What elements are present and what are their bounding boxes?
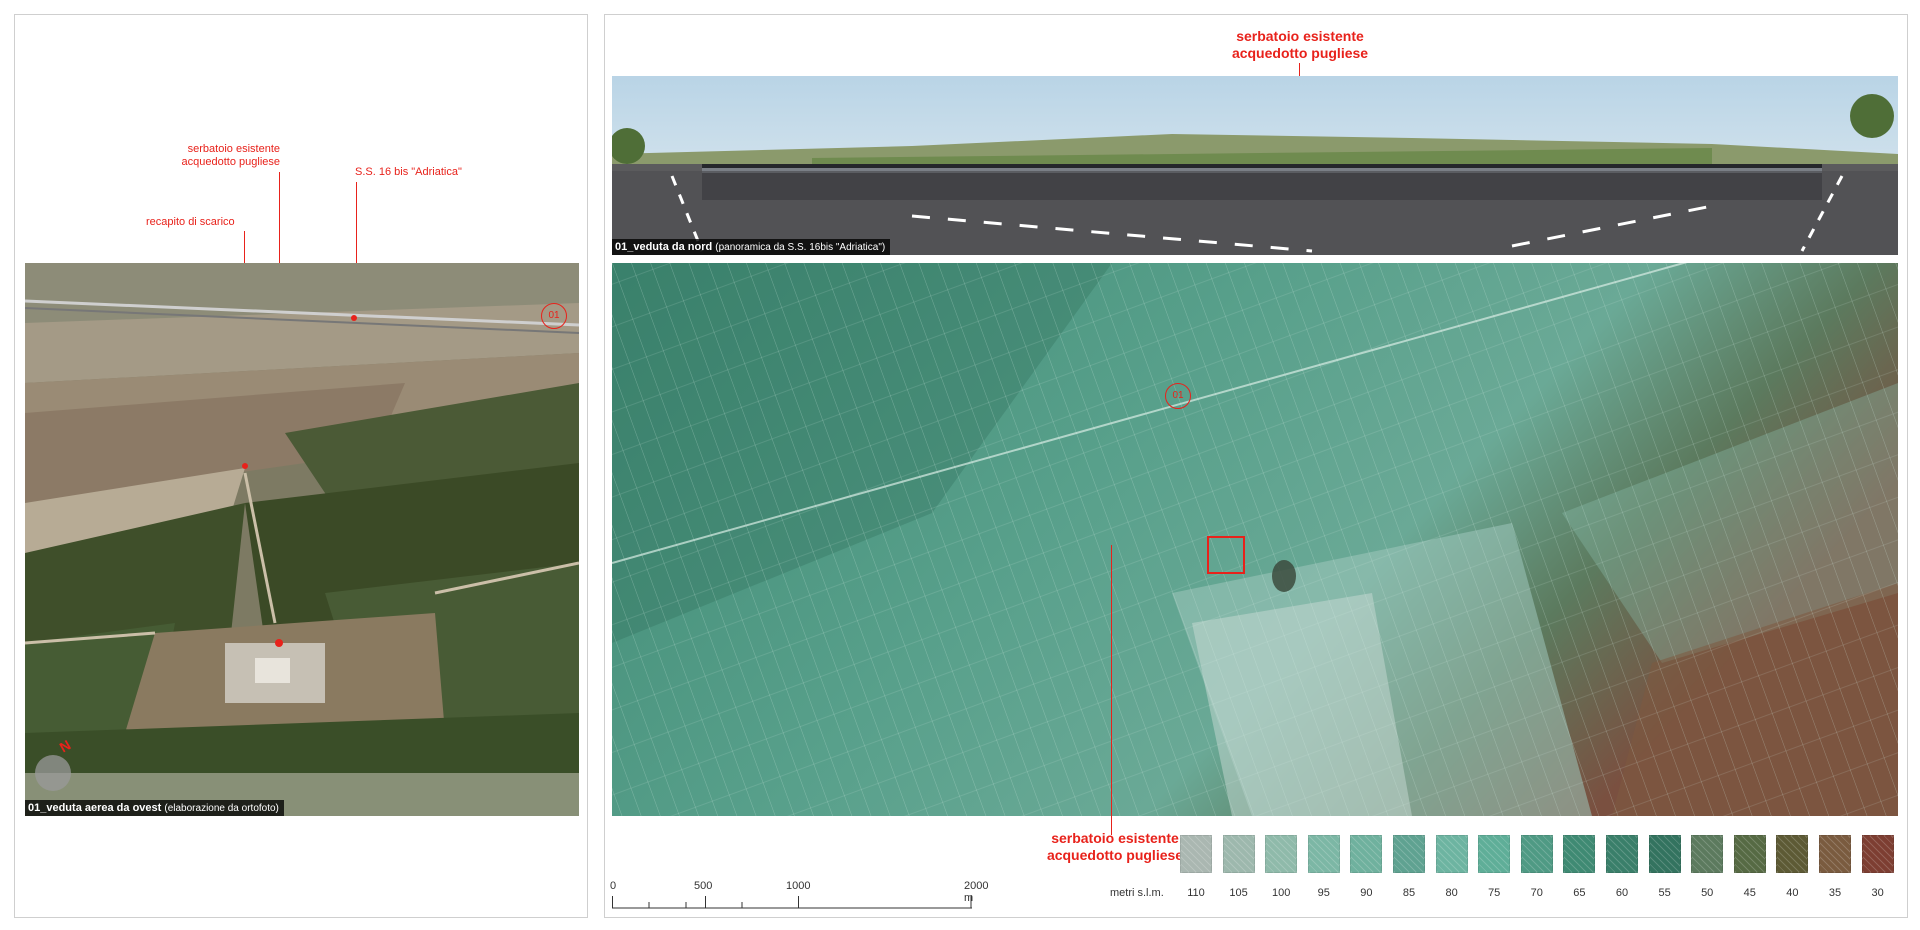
elevation-legend: metri s.l.m. 110 105 100 95 90 85 80 75 70 65 60 55… [1110,835,1900,899]
legend-label: 110 [1187,887,1205,899]
aerial-view-image: N 01 01_veduta aerea da ovest (elaborazi… [25,263,579,816]
legend-swatch [1776,835,1809,873]
annotation-discharge: recapito di scarico [146,216,235,228]
legend-label: 35 [1828,887,1842,899]
aerial-caption: 01_veduta aerea da ovest (elaborazione d… [25,800,284,816]
annotation-line: serbatoio esistente [187,143,280,155]
legend-label: 95 [1317,887,1330,899]
legend-label: 70 [1530,887,1543,899]
legend-swatch [1435,835,1468,873]
legend-label: 60 [1615,887,1629,899]
legend-swatch [1861,835,1894,873]
legend-label: 30 [1871,887,1884,899]
panorama-photo [612,76,1898,255]
scale-bar: 0 500 1000 2000 m [610,880,988,910]
legend-swatch [1393,835,1425,873]
legend-swatch [1478,835,1511,873]
elevation-map: 01 [612,263,1898,816]
panorama-caption: 01_veduta da nord (panoramica da S.S. 16… [612,239,891,255]
legend-title: metri s.l.m. [1110,887,1164,899]
legend-label: 55 [1658,887,1671,899]
map-viewpoint-marker: 01 [1165,383,1191,409]
legend-label: 100 [1272,887,1291,899]
legend-label: 45 [1743,887,1756,899]
leader-line [1111,545,1112,835]
panorama-image: 01_veduta da nord (panoramica da S.S. 16… [612,76,1898,255]
caption-title: 01_veduta aerea da ovest [28,802,162,814]
annotation-reservoir-top: serbatoio esistente acquedotto pugliese [1120,28,1480,62]
legend-label: 40 [1786,887,1799,899]
legend-swatch [1648,835,1681,873]
legend-swatch [1733,835,1766,873]
legend-label: 90 [1360,887,1373,899]
legend-swatch [1691,835,1724,873]
annotation-line: acquedotto pugliese [1231,45,1369,61]
scale-bar-graphic [612,896,972,909]
caption-subtitle: (panoramica da S.S. 16bis "Adriatica") [715,242,886,253]
legend-label: 75 [1488,887,1501,899]
legend-swatch [1606,835,1638,873]
legend-swatch [1563,835,1596,873]
legend-swatch [1350,835,1383,873]
legend-swatch [1819,835,1851,873]
legend-label: 105 [1229,887,1248,899]
legend-swatch [1265,835,1298,873]
legend-swatch [1222,835,1255,873]
legend-swatch [1180,835,1212,873]
legend-label: 85 [1402,887,1416,899]
map-graphic [612,263,1898,816]
legend-label: 50 [1701,887,1714,899]
legend-swatch [1307,835,1340,873]
aerial-photo [25,263,579,816]
annotation-line: acquedotto pugliese [181,156,280,168]
caption-subtitle: (elaborazione da ortofoto) [164,803,279,814]
legend-label: 80 [1445,887,1458,899]
caption-title: 01_veduta da nord [615,241,713,253]
viewpoint-marker: 01 [541,303,567,329]
annotation-reservoir-left: serbatoio esistente acquedotto pugliese [160,143,280,169]
annotation-road: S.S. 16 bis "Adriatica" [355,166,462,178]
legend-swatch [1520,835,1553,873]
legend-label: 65 [1573,887,1586,899]
annotation-line: serbatoio esistente [1236,28,1364,44]
